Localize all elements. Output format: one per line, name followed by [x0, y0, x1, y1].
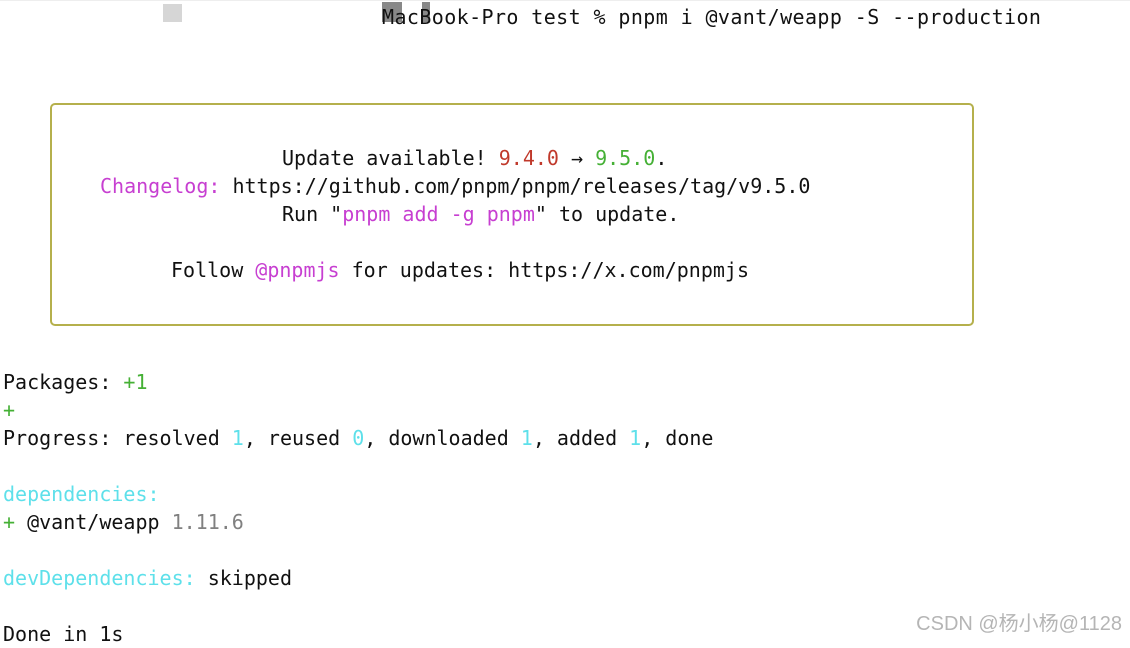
progress-bar-plus: + — [3, 398, 16, 422]
downloaded-label: , downloaded — [364, 426, 521, 450]
run-command-line: Run "pnpm add -g pnpm" to update. — [282, 200, 679, 228]
follow-prefix: Follow — [171, 258, 256, 282]
run-suffix: " to update. — [534, 202, 680, 226]
follow-handle: @pnpmjs — [255, 258, 340, 282]
follow-line: Follow @pnpmjs for updates: https://x.co… — [171, 256, 749, 284]
changelog-url[interactable]: https://github.com/pnpm/pnpm/releases/ta… — [220, 174, 810, 198]
dev-dependencies-value: skipped — [195, 566, 292, 590]
packages-label: Packages: — [3, 370, 124, 394]
dependencies-heading: dependencies: — [3, 482, 160, 506]
run-command: pnpm add -g pnpm — [342, 202, 535, 226]
reused-count: 0 — [352, 426, 365, 450]
cursor-block-left — [163, 4, 182, 22]
added-count: 1 — [629, 426, 642, 450]
follow-suffix[interactable]: for updates: https://x.com/pnpmjs — [340, 258, 749, 282]
update-available-line: Update available! 9.4.0 → 9.5.0. — [282, 144, 667, 172]
dependency-name: @vant/weapp — [27, 510, 160, 534]
window-top-edge — [0, 0, 1130, 1]
done-line: Done in 1s — [3, 622, 124, 646]
reused-label: , reused — [243, 426, 353, 450]
resolved-count: 1 — [231, 426, 244, 450]
downloaded-count: 1 — [520, 426, 533, 450]
current-version: 9.4.0 — [498, 146, 559, 170]
run-prefix: Run " — [282, 202, 343, 226]
new-version: 9.5.0 — [595, 146, 656, 170]
dev-dependencies-label: devDependencies: — [3, 566, 196, 590]
dependency-plus: + — [3, 510, 28, 534]
command-prompt: MacBook-Pro test % pnpm i @vant/weapp -S… — [382, 5, 1042, 29]
changelog-label: Changelog: — [100, 174, 221, 198]
added-label: , added — [532, 426, 630, 450]
dev-dependencies-line: devDependencies: skipped — [3, 564, 292, 592]
update-suffix: . — [655, 146, 668, 170]
update-prefix: Update available! — [282, 146, 499, 170]
csdn-watermark: CSDN @杨小杨@1128 — [916, 613, 1122, 635]
dependency-version: 1.11.6 — [159, 510, 244, 534]
progress-line: Progress: resolved 1, reused 0, download… — [3, 424, 713, 452]
changelog-line: Changelog: https://github.com/pnpm/pnpm/… — [100, 172, 810, 200]
version-arrow: → — [558, 146, 596, 170]
progress-done: , done — [641, 426, 714, 450]
packages-line: Packages: +1 — [3, 368, 148, 396]
dependency-line: + @vant/weapp 1.11.6 — [3, 508, 244, 536]
progress-label: Progress: resolved — [3, 426, 232, 450]
packages-count: +1 — [123, 370, 148, 394]
